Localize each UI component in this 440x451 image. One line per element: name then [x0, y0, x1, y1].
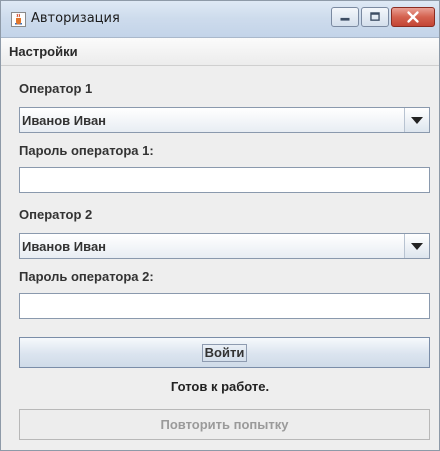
menu-settings[interactable]: Настройки	[9, 44, 78, 59]
minimize-icon	[340, 17, 350, 21]
operator1-password-label: Пароль оператора 1:	[19, 143, 154, 158]
operator2-select[interactable]: Иванов Иван	[19, 233, 430, 259]
java-cup-icon	[11, 12, 26, 27]
operator1-label: Оператор 1	[19, 81, 93, 96]
menu-bar: Настройки	[1, 38, 439, 66]
maximize-icon	[370, 12, 380, 21]
status-text: Готов к работе.	[170, 379, 270, 394]
operator2-password-label: Пароль оператора 2:	[19, 269, 154, 284]
operator1-select[interactable]: Иванов Иван	[19, 107, 430, 133]
login-button-label: Войти	[201, 344, 248, 362]
minimize-button[interactable]	[331, 7, 359, 27]
title-bar[interactable]: Авторизация	[1, 1, 439, 38]
operator2-dropdown-button[interactable]	[404, 234, 429, 258]
window-title: Авторизация	[31, 11, 120, 26]
maximize-button[interactable]	[361, 7, 389, 27]
close-button[interactable]	[391, 7, 435, 27]
operator1-dropdown-button[interactable]	[404, 108, 429, 132]
retry-button: Повторить попытку	[19, 409, 430, 440]
operator2-selected-value: Иванов Иван	[22, 239, 107, 254]
login-button[interactable]: Войти	[19, 337, 430, 368]
chevron-down-icon	[411, 243, 423, 250]
operator1-selected-value: Иванов Иван	[22, 113, 107, 128]
chevron-down-icon	[411, 117, 423, 124]
auth-window: Авторизация Настройки Оператор 1 Иванов …	[0, 0, 440, 451]
operator1-password-field[interactable]	[19, 167, 430, 193]
operator2-label: Оператор 2	[19, 207, 93, 222]
close-icon	[407, 11, 419, 23]
operator2-password-field[interactable]	[19, 293, 430, 319]
